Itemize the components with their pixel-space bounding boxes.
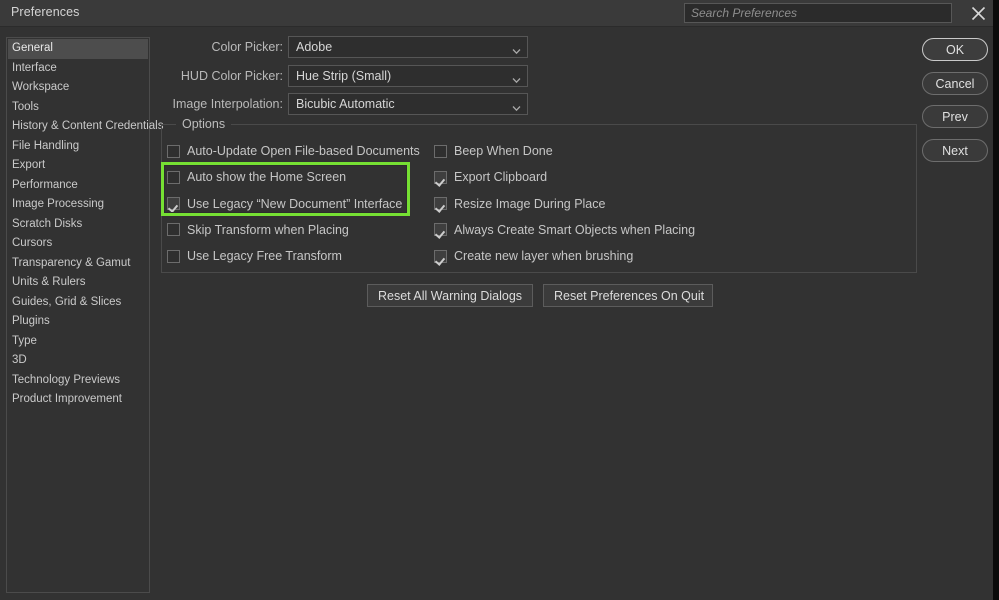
sidebar-item-plugins[interactable]: Plugins [7,312,149,332]
checkbox-label: Create new layer when brushing [454,249,634,264]
window-edge-strip [993,0,999,600]
checkbox-label: Beep When Done [454,144,553,158]
checkbox-row[interactable]: Beep When Done [434,141,553,161]
checkbox-row[interactable]: Auto show the Home Screen [167,167,346,187]
field-row: Color Picker: Adobe [0,36,532,58]
sidebar-item-cursors[interactable]: Cursors [7,234,149,254]
sidebar-item-units-rulers[interactable]: Units & Rulers [7,273,149,293]
search-field-wrapper[interactable] [684,3,952,23]
checkbox-unchecked-icon[interactable] [434,144,447,158]
sidebar-item-type[interactable]: Type [7,332,149,352]
sidebar-item-technology-previews[interactable]: Technology Previews [7,371,149,391]
checkbox-label: Resize Image During Place [454,196,606,211]
checkbox-unchecked-icon[interactable] [167,144,180,158]
button-reset-preferences-on-quit[interactable]: Reset Preferences On Quit [543,284,713,307]
checkbox-row[interactable]: Use Legacy Free Transform [167,246,342,266]
checkbox-row[interactable]: Export Clipboard [434,167,547,187]
dropdown-image-interpolation[interactable]: Bicubic Automatic [288,93,528,115]
field-label: Color Picker: [211,40,283,54]
dropdown-value: Bicubic Automatic [296,97,395,111]
checkbox-checked-icon[interactable] [434,170,447,184]
sidebar-item-file-handling[interactable]: File Handling [7,137,149,157]
dialog-title: Preferences [11,5,80,19]
sidebar-item-image-processing[interactable]: Image Processing [7,195,149,215]
chevron-down-icon [512,72,521,84]
checkbox-label: Use Legacy “New Document” Interface [187,196,403,211]
checkbox-unchecked-icon[interactable] [167,249,180,263]
sidebar-item-history-content-credentials[interactable]: History & Content Credentials [7,117,163,137]
ok-button[interactable]: OK [922,38,988,61]
checkbox-checked-icon[interactable] [434,197,447,211]
sidebar-item-scratch-disks[interactable]: Scratch Disks [7,215,149,235]
checkbox-label: Auto-Update Open File-based Documents [187,144,420,158]
dialog-titlebar: Preferences [0,0,993,27]
field-label: Image Interpolation: [172,97,284,111]
preferences-category-list[interactable]: General Interface Workspace Tools History & … [6,37,163,593]
checkbox-checked-icon[interactable] [434,249,447,263]
checkbox-label: Export Clipboard [454,170,548,185]
dropdown-value: Hue Strip (Small) [296,69,392,83]
checkbox-row[interactable]: Resize Image During Place [434,194,605,214]
cancel-button[interactable]: Cancel [922,72,988,95]
chevron-down-icon [512,43,521,55]
checkbox-unchecked-icon[interactable] [167,170,180,184]
checkbox-row[interactable]: Create new layer when brushing [434,246,633,266]
button-reset-all-warning-dialogs[interactable]: Reset All Warning Dialogs [367,284,533,307]
checkbox-unchecked-icon[interactable] [167,223,180,237]
prev-button[interactable]: Prev [922,105,988,128]
checkbox-label: Auto show the Home Screen [187,170,347,185]
checkbox-checked-icon[interactable] [167,197,180,211]
field-row: Image Interpolation: Bicubic Automatic [0,93,532,115]
sidebar-item-performance[interactable]: Performance [7,176,149,196]
dropdown-color-picker[interactable]: Adobe [288,36,528,58]
close-icon[interactable] [966,2,990,25]
chevron-down-icon [512,100,521,112]
next-button[interactable]: Next [922,139,988,162]
options-group-label: Options [176,117,232,131]
dropdown-hud-color-picker[interactable]: Hue Strip (Small) [288,65,528,87]
checkbox-row[interactable]: Always Create Smart Objects when Placing [434,220,695,240]
field-label: HUD Color Picker: [180,69,283,83]
checkbox-label: Use Legacy Free Transform [187,249,342,264]
sidebar-item-guides-grid-slices[interactable]: Guides, Grid & Slices [7,293,149,313]
checkbox-row[interactable]: Use Legacy “New Document” Interface [167,194,402,214]
checkbox-checked-icon[interactable] [434,223,447,237]
checkbox-row[interactable]: Skip Transform when Placing [167,220,349,240]
sidebar-item-3d[interactable]: 3D [7,351,149,371]
sidebar-item-product-improvement[interactable]: Product Improvement [7,390,149,410]
dropdown-value: Adobe [296,40,333,54]
sidebar-item-transparency-gamut[interactable]: Transparency & Gamut [7,254,149,274]
field-row: HUD Color Picker: Hue Strip (Small) [0,65,532,87]
sidebar-item-export[interactable]: Export [7,156,149,176]
preferences-dialog: Preferences GeneralInterfaceWorkspaceToo… [0,0,999,600]
checkbox-label: Always Create Smart Objects when Placing [454,222,696,237]
search-input[interactable] [685,4,951,22]
checkbox-row[interactable]: Auto-Update Open File-based Documents [167,141,420,161]
checkbox-label: Skip Transform when Placing [187,222,349,237]
